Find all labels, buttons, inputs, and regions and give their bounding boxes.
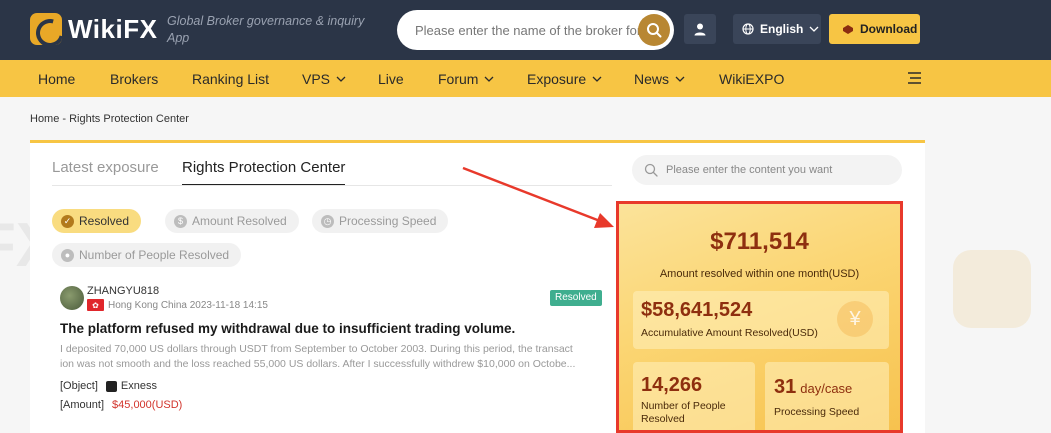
search-icon <box>644 163 658 177</box>
accumulative-amount-card: $58,641,524 Accumulative Amount Resolved… <box>633 291 889 349</box>
post-body[interactable]: I deposited 70,000 US dollars through US… <box>60 342 596 372</box>
nav-label: Live <box>378 71 404 87</box>
chevron-down-icon <box>484 76 494 82</box>
nav-item-home[interactable]: Home <box>38 71 75 87</box>
nav-label: Brokers <box>110 71 159 87</box>
filter-resolved[interactable]: ✓ Resolved <box>52 209 142 233</box>
exness-logo-icon <box>105 380 117 392</box>
post-location-date: Hong Kong China 2023-11-18 14:15 <box>108 300 268 311</box>
nav-label: VPS <box>302 71 331 87</box>
stats-panel: $711,514 Amount resolved within one mont… <box>616 201 903 433</box>
tabs-divider <box>52 185 612 186</box>
object-value[interactable]: Exness <box>121 380 157 392</box>
globe-icon <box>742 23 754 35</box>
menu-icon[interactable] <box>906 72 922 84</box>
nav-item-forum[interactable]: Forum <box>438 71 494 87</box>
nav-item-vps[interactable]: VPS <box>302 71 346 87</box>
language-select[interactable]: English <box>733 14 821 44</box>
check-icon: ✓ <box>61 214 74 228</box>
processing-speed-caption: Processing Speed <box>774 406 860 418</box>
search-icon <box>647 23 662 38</box>
user-button[interactable] <box>684 14 716 44</box>
filter-label: Processing Speed <box>339 214 437 228</box>
post-amount-row: [Amount] $45,000(USD) <box>60 399 182 411</box>
nav-item-live[interactable]: Live <box>378 71 404 87</box>
chevron-down-icon <box>336 76 346 82</box>
yen-icon: ¥ <box>837 301 873 337</box>
people-resolved-value: 14,266 <box>641 374 703 396</box>
status-badge: Resolved <box>550 290 602 306</box>
content-search-placeholder: Please enter the content you want <box>666 164 833 176</box>
hong-kong-flag-icon: ✿ <box>87 299 104 311</box>
object-label: [Object] <box>60 380 98 392</box>
tab-latest-exposure[interactable]: Latest exposure <box>52 159 159 176</box>
accumulative-amount: $58,641,524 <box>641 299 753 321</box>
logo-icon <box>30 13 62 45</box>
amount-label: [Amount] <box>60 399 105 411</box>
nav-label: WikiEXPO <box>719 71 785 87</box>
breadcrumb[interactable]: Home - Rights Protection Center <box>30 113 189 125</box>
speed-number: 31 <box>774 376 797 398</box>
broker-search-placeholder: Please enter the name of the broker for.… <box>415 23 652 38</box>
download-button[interactable]: Download <box>829 14 920 44</box>
nav-label: Home <box>38 71 76 87</box>
nav-label: Ranking List <box>192 71 270 87</box>
post-username[interactable]: ZHANGYU818 <box>87 285 159 297</box>
nav-item-news[interactable]: News <box>634 71 685 87</box>
broker-search-input[interactable]: Please enter the name of the broker for.… <box>397 10 674 50</box>
accumulative-caption: Accumulative Amount Resolved(USD) <box>641 327 818 339</box>
filter-label: Amount Resolved <box>192 214 287 228</box>
monthly-resolved-amount: $711,514 <box>710 228 809 255</box>
people-resolved-caption: Number of People Resolved <box>641 400 726 425</box>
chevron-down-icon <box>809 26 819 32</box>
nav-label: Exposure <box>527 71 587 87</box>
avatar[interactable] <box>60 286 84 310</box>
dollar-icon: $ <box>174 214 187 228</box>
search-button[interactable] <box>638 14 670 46</box>
watermark-logo <box>953 250 1031 328</box>
people-icon: ● <box>61 248 74 262</box>
nav-item-brokers[interactable]: Brokers <box>110 71 158 87</box>
nav-item-exposure[interactable]: Exposure <box>527 71 602 87</box>
wikifx-logo[interactable]: WikiFX <box>30 13 157 45</box>
language-label: English <box>760 22 804 36</box>
monthly-resolved-caption: Amount resolved within one month(USD) <box>659 268 860 280</box>
nav-label: Forum <box>438 71 479 87</box>
chevron-down-icon <box>592 76 602 82</box>
speed-unit: day/case <box>800 381 853 396</box>
amount-value: $45,000(USD) <box>112 399 183 411</box>
logo-text: WikiFX <box>68 13 158 44</box>
processing-speed-value: 31 day/case <box>774 376 852 399</box>
nav-label: News <box>634 71 670 87</box>
tagline: Global Broker governance & inquiry App <box>167 14 365 45</box>
filter-label: Resolved <box>79 214 130 228</box>
nav-item-ranking-list[interactable]: Ranking List <box>192 71 269 87</box>
post-title[interactable]: The platform refused my withdrawal due t… <box>60 321 515 336</box>
post-body-line: I deposited 70,000 US dollars through US… <box>60 343 573 355</box>
post-body-line: ion was not smooth and the loss reached … <box>60 358 576 370</box>
chevron-down-icon <box>675 76 685 82</box>
user-icon <box>694 23 706 36</box>
download-label: Download <box>860 22 918 36</box>
tab-rights-protection-center[interactable]: Rights Protection Center <box>182 159 346 186</box>
processing-speed-card: 31 day/case Processing Speed <box>765 362 889 430</box>
main-panel: Latest exposure Rights Protection Center… <box>30 140 925 433</box>
filter-processing-speed[interactable]: ◷ Processing Speed <box>312 209 449 233</box>
download-icon <box>843 24 853 34</box>
filter-number-of-people[interactable]: ● Number of People Resolved <box>52 243 242 267</box>
top-bar: WikiFX Global Broker governance & inquir… <box>0 0 1051 60</box>
main-nav: Home Brokers Ranking List VPS Live Forum… <box>0 60 1051 97</box>
people-resolved-card: 14,266 Number of People Resolved <box>633 362 755 430</box>
content-search-input[interactable]: Please enter the content you want <box>632 155 902 185</box>
nav-item-wikiexpo[interactable]: WikiEXPO <box>719 71 784 87</box>
filter-label: Number of People Resolved <box>79 248 230 262</box>
post-object-row: [Object] Exness <box>60 380 157 392</box>
filter-amount-resolved[interactable]: $ Amount Resolved <box>165 209 299 233</box>
clock-icon: ◷ <box>321 214 334 228</box>
